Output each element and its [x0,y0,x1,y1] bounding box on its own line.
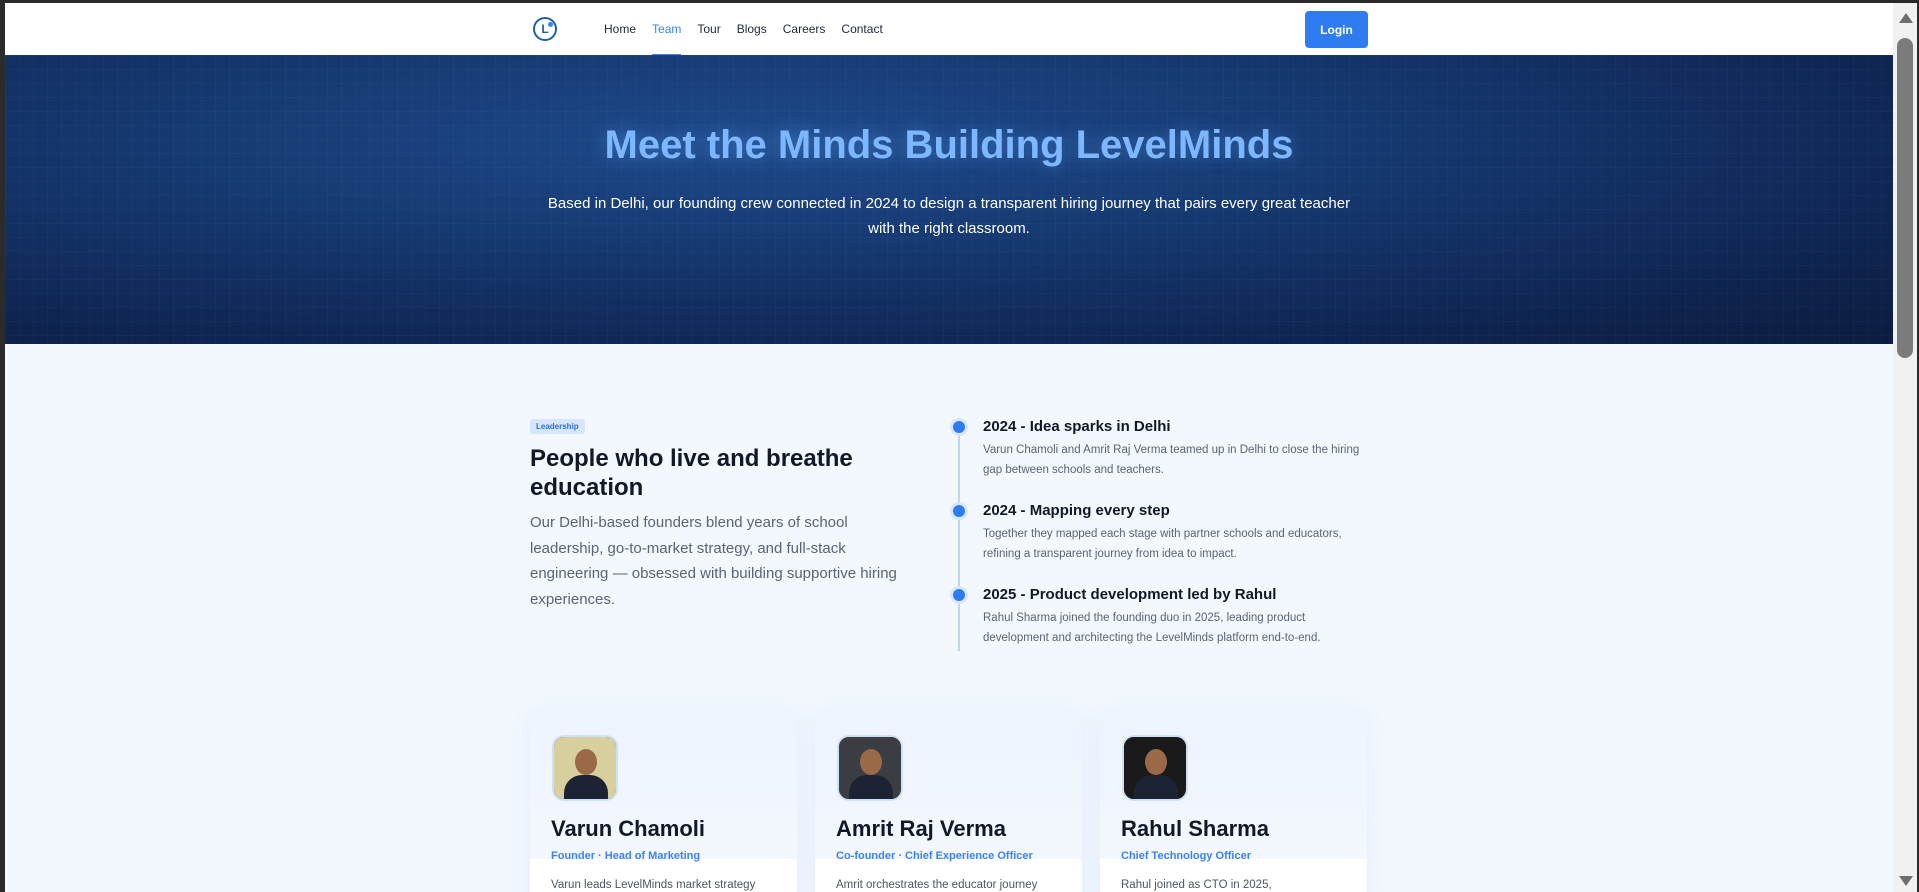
nav-blogs[interactable]: Blogs [737,3,767,55]
team-member-role: Co-founder · Chief Experience Officer [836,850,1033,862]
timeline-title: 2024 - Mapping every step [983,502,1170,519]
team-member-name: Varun Chamoli [551,816,706,841]
team-card-varun: Varun Chamoli Founder · Head of Marketin… [530,709,797,892]
team-card-rahul: Rahul Sharma Chief Technology Officer Ra… [1100,709,1367,892]
hero-title: Meet the Minds Building LevelMinds [604,123,1294,167]
avatar [837,735,903,801]
timeline-text: Varun Chamoli and Amrit Raj Verma teamed… [983,444,1360,476]
scroll-thumb[interactable] [1897,38,1913,358]
levelminds-logo-icon[interactable]: L [533,17,557,41]
vertical-scrollbar[interactable] [1893,3,1917,892]
nav-contact[interactable]: Contact [841,3,882,55]
team-member-name: Amrit Raj Verma [836,816,1006,841]
nav-tour[interactable]: Tour [697,3,720,55]
team-member-name: Rahul Sharma [1121,816,1269,841]
team-member-bio: Varun leads LevelMinds market strategy [551,879,756,891]
timeline-title: 2025 - Product development led by Rahul [983,586,1277,603]
timeline-title: 2024 - Idea sparks in Delhi [983,418,1171,435]
about-title: People who live and breathe education [530,445,853,501]
site-header: L Home Team Tour Blogs Careers Contact L… [5,3,1893,56]
scroll-down-arrow-icon[interactable] [1899,876,1913,886]
browser-viewport: L Home Team Tour Blogs Careers Contact L… [5,3,1893,892]
avatar [552,735,618,801]
team-card-amrit: Amrit Raj Verma Co-founder · Chief Exper… [815,709,1082,892]
timeline-line [958,423,960,651]
team-member-bio: Amrit orchestrates the educator journey [836,879,1038,891]
avatar [1122,735,1188,801]
team-member-bio: Rahul joined as CTO in 2025, [1121,879,1272,891]
timeline-text: Together they mapped each stage with par… [983,528,1342,560]
main-nav: Home Team Tour Blogs Careers Contact [604,3,883,56]
timeline-text: Rahul Sharma joined the founding duo in … [983,612,1321,644]
scroll-up-arrow-icon[interactable] [1899,13,1913,23]
nav-home[interactable]: Home [604,3,636,55]
about-text: Our Delhi-based founders blend years of … [530,514,897,608]
timeline-dot-icon [953,505,965,517]
timeline-dot-icon [953,589,965,601]
timeline-dot-icon [953,421,965,433]
hero-subtitle: Based in Delhi, our founding crew connec… [547,195,1351,237]
leadership-tag: Leadership [530,419,585,434]
nav-team[interactable]: Team [652,3,682,56]
login-button[interactable]: Login [1305,11,1368,48]
nav-careers[interactable]: Careers [783,3,826,55]
team-member-role: Founder · Head of Marketing [551,850,701,862]
hero-section: Meet the Minds Building LevelMinds Based… [5,55,1893,344]
team-member-role: Chief Technology Officer [1121,850,1251,862]
